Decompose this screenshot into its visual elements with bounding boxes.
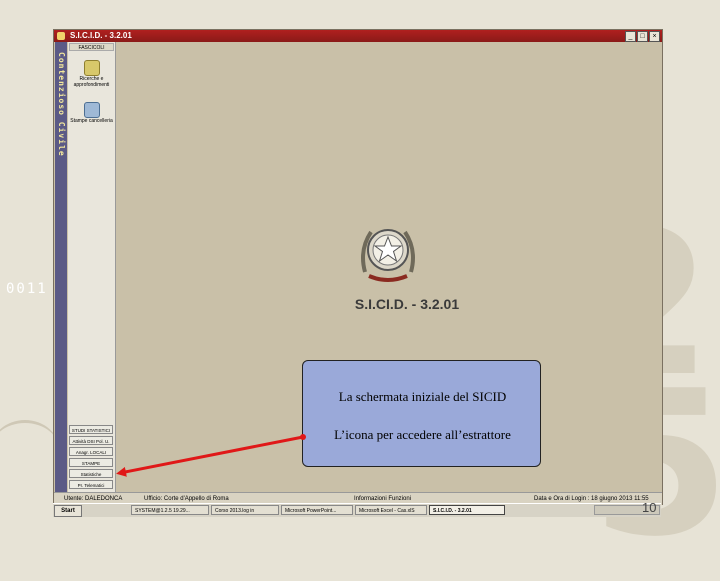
statistiche-button[interactable]: Statistiche — [69, 469, 113, 478]
maximize-button[interactable]: □ — [637, 31, 648, 42]
minimize-button[interactable]: _ — [625, 31, 636, 42]
taskbar: Start SYSTEM@1.2.5 19.29... Corso 2013.l… — [53, 503, 661, 517]
module-strip-label: Contenzioso Civile — [57, 52, 66, 157]
printer-icon[interactable] — [84, 102, 100, 118]
attivita-dsi-button[interactable]: Attività DSI Pol. U. — [69, 436, 113, 445]
left-panel: FASCICOLI Ricerche e approfondimenti Sta… — [68, 42, 116, 492]
callout-box: La schermata iniziale del SICID L’icona … — [302, 360, 541, 467]
taskbar-item-powerpoint[interactable]: Microsoft PowerPoint... — [281, 505, 353, 515]
callout-line-1: La schermata iniziale del SICID — [338, 389, 507, 404]
stampe-button[interactable]: STAMPE — [69, 458, 113, 467]
panel-icon-label-ricerche[interactable]: Ricerche e approfondimenti — [68, 76, 115, 88]
search-icon[interactable] — [84, 60, 100, 76]
app-title: S.I.CI.D. - 3.2.01 — [354, 296, 460, 312]
anagr-locali-button[interactable]: Anagr. LOCALI — [69, 447, 113, 456]
page-number: 10 — [642, 500, 657, 515]
decorative-arc — [0, 420, 60, 483]
window-title: S.I.C.I.D. - 3.2.01 — [70, 31, 132, 40]
close-button[interactable]: × — [649, 31, 660, 42]
window-controls: _ □ × — [625, 31, 660, 42]
panel-icon-label-stampe[interactable]: Stampe cancelleria — [68, 118, 115, 124]
taskbar-item-corso[interactable]: Corso 2013.log in — [211, 505, 279, 515]
taskbar-item-sicid[interactable]: S.I.C.I.D. - 3.2.01 — [429, 505, 505, 515]
pr-telematici-button[interactable]: Pr. Telematici — [69, 480, 113, 489]
app-icon — [57, 32, 65, 40]
taskbar-item-excel[interactable]: Microsoft Excel - Cas.xlS — [355, 505, 427, 515]
module-strip: Contenzioso Civile — [55, 42, 67, 492]
panel-header[interactable]: FASCICOLI — [69, 43, 114, 51]
start-button[interactable]: Start — [54, 505, 82, 517]
callout-line-2: L’icona per accedere all’estrattore — [334, 427, 511, 442]
decorative-number: 0011 — [6, 281, 48, 297]
window-titlebar: S.I.C.I.D. - 3.2.01 _ □ × — [54, 30, 662, 42]
italian-emblem-icon — [361, 229, 415, 282]
studi-statistici-button[interactable]: STUDI STATISTICI — [69, 425, 113, 434]
taskbar-item-system[interactable]: SYSTEM@1.2.5 19.29... — [131, 505, 209, 515]
